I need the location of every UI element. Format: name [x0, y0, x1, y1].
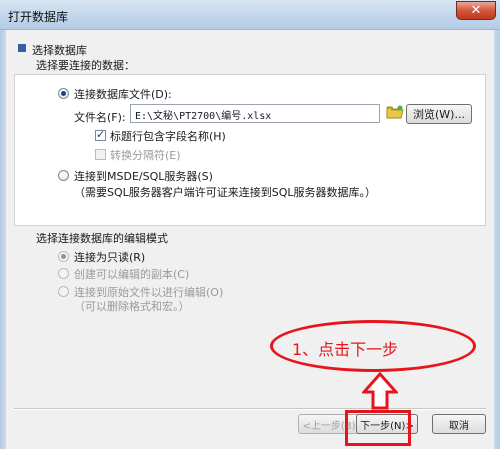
- close-icon: ✕: [470, 3, 482, 18]
- next-button-highlight: [345, 410, 411, 446]
- annotation-text: 1、点击下一步: [292, 340, 399, 359]
- radio-editable-copy[interactable]: [58, 268, 69, 279]
- radio-sql-server[interactable]: [58, 170, 69, 181]
- browse-button[interactable]: 浏览(W)...: [406, 104, 472, 124]
- window-frame-right: [494, 30, 500, 449]
- checkbox-header-row-label[interactable]: 标题行包含字段名称(H): [110, 128, 226, 144]
- radio-sql-server-label[interactable]: 连接到MSDE/SQL服务器(S): [74, 168, 213, 184]
- close-button[interactable]: ✕: [456, 1, 496, 20]
- radio-editable-copy-label: 创建可以编辑的副本(C): [74, 268, 190, 281]
- radio-read-only[interactable]: [58, 251, 69, 262]
- radio-edit-original[interactable]: [58, 286, 69, 297]
- folder-icon[interactable]: [386, 104, 404, 120]
- window-title: 打开数据库: [8, 10, 69, 24]
- edit-original-note: （可以删除格式和宏。）: [74, 300, 190, 313]
- dialog-client-area: 选择数据库 选择要连接的数据： 连接数据库文件(D): 文件名(F): E:\文…: [6, 30, 494, 449]
- section-marker: [18, 44, 26, 52]
- section-subtitle: 选择要连接的数据：: [36, 59, 135, 72]
- button-area-divider: [14, 408, 486, 410]
- section-title: 选择数据库: [32, 44, 87, 57]
- checkbox-convert-delimiter[interactable]: [95, 149, 106, 160]
- edit-mode-title: 选择连接数据库的编辑模式: [36, 232, 168, 245]
- checkbox-convert-delimiter-label: 转换分隔符(E): [110, 149, 181, 162]
- title-bar: 打开数据库 ✕: [0, 0, 500, 30]
- radio-database-file-label[interactable]: 连接数据库文件(D):: [74, 86, 172, 102]
- filename-input[interactable]: E:\文秘\PT2700\编号.xlsx: [130, 104, 380, 123]
- filename-label: 文件名(F):: [74, 111, 126, 124]
- cancel-button[interactable]: 取消: [432, 414, 486, 434]
- radio-database-file[interactable]: [58, 88, 69, 99]
- radio-read-only-label: 连接为只读(R): [74, 251, 146, 264]
- sql-license-note: （需要SQL服务器客户端许可证来连接到SQL服务器数据库。）: [74, 186, 377, 199]
- checkbox-header-row[interactable]: [95, 128, 106, 141]
- arrow-up-icon: [362, 372, 398, 410]
